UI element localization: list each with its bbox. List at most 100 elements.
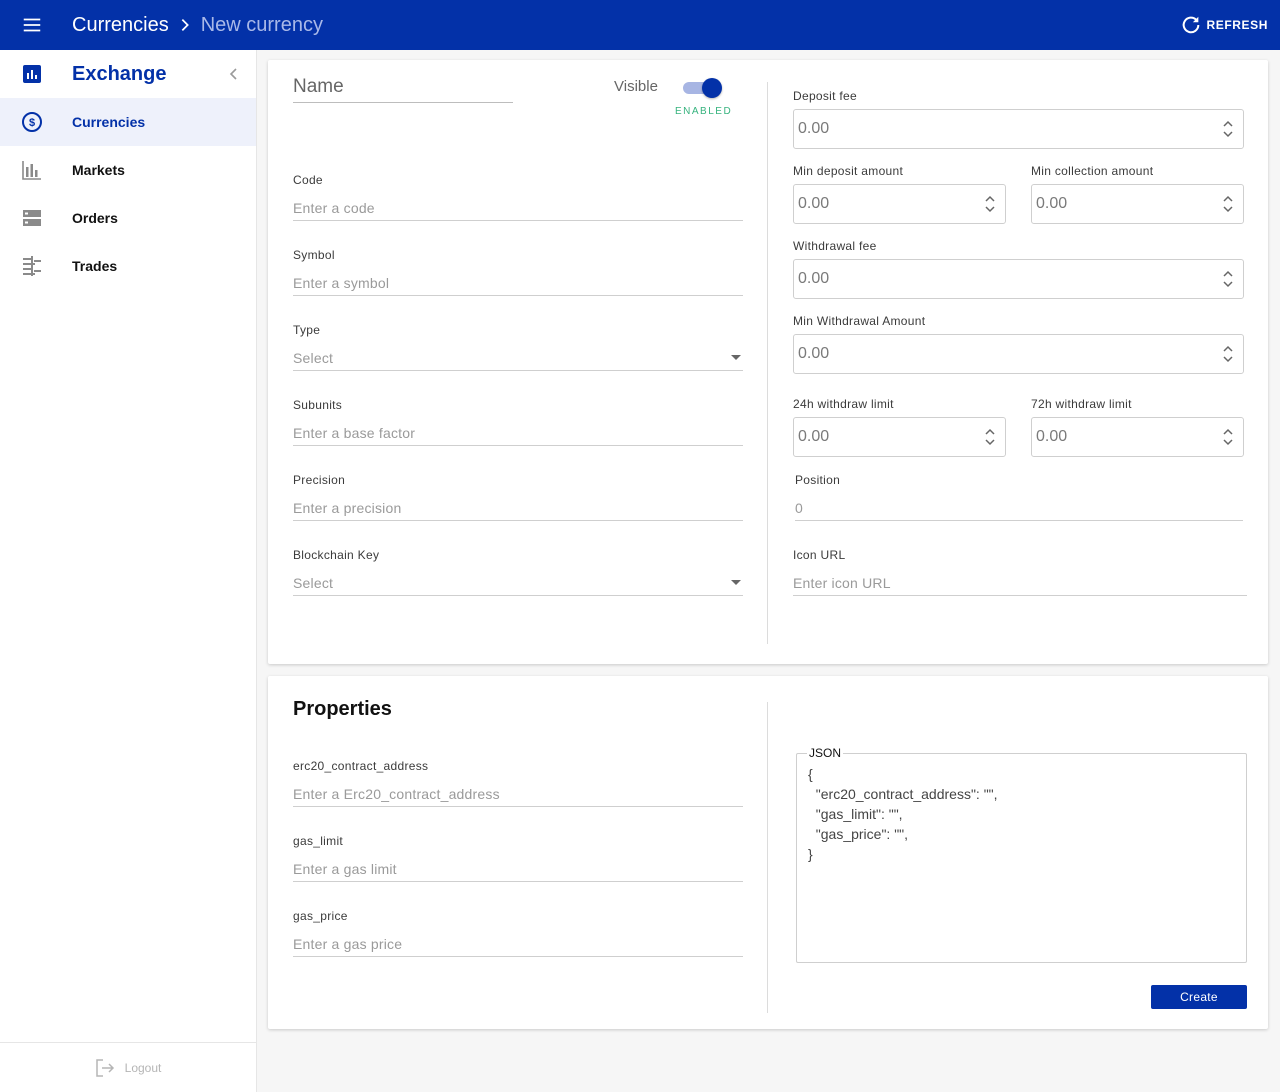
blockchain-key-placeholder: Select — [293, 574, 334, 591]
chevron-right-icon — [177, 17, 193, 33]
visible-label: Visible — [614, 78, 658, 95]
position-label: Position — [795, 473, 841, 487]
gas-limit-label: gas_limit — [293, 834, 344, 848]
visible-toggle[interactable] — [683, 78, 723, 98]
type-label: Type — [293, 323, 321, 337]
type-select[interactable]: Select — [293, 345, 743, 371]
sidebar-item-markets[interactable]: Markets — [0, 146, 256, 194]
code-input[interactable]: Enter a code — [293, 195, 743, 221]
position-placeholder: 0 — [795, 499, 803, 516]
refresh-button[interactable]: REFRESH — [1180, 0, 1268, 50]
refresh-icon — [1183, 16, 1200, 34]
symbol-input[interactable]: Enter a symbol — [293, 270, 743, 296]
collapse-sidebar-icon[interactable] — [224, 64, 244, 84]
precision-field: Precision Enter a precision — [293, 473, 743, 521]
icon-url-label: Icon URL — [793, 548, 846, 562]
sidebar-item-currencies[interactable]: $ Currencies — [0, 98, 256, 146]
sidebar-title: Exchange — [72, 62, 167, 85]
deposit-fee-value: 0.00 — [798, 120, 830, 137]
precision-label: Precision — [293, 473, 346, 487]
erc20-contract-address-label: erc20_contract_address — [293, 759, 429, 773]
withdrawal-fee-label: Withdrawal fee — [793, 239, 877, 253]
gas-limit-placeholder: Enter a gas limit — [293, 860, 397, 877]
sidebar-item-orders[interactable]: Orders — [0, 194, 256, 242]
spinner-arrows-icon[interactable] — [1223, 269, 1233, 289]
gas-price-input[interactable]: Enter a gas price — [293, 931, 743, 957]
top-app-bar: Currencies New currency REFRESH — [0, 0, 1280, 50]
subunits-input[interactable]: Enter a base factor — [293, 420, 743, 446]
type-field: Type Select — [293, 323, 743, 371]
svg-text:$: $ — [29, 117, 35, 129]
dollar-circle-icon: $ — [0, 111, 64, 133]
withdraw-limit-72h-input[interactable]: 0.00 — [1031, 417, 1244, 457]
trades-icon — [0, 255, 64, 277]
subunits-placeholder: Enter a base factor — [293, 424, 416, 441]
code-field: Code Enter a code — [293, 173, 743, 221]
spinner-arrows-icon[interactable] — [1223, 427, 1233, 447]
withdraw-limit-24h-input[interactable]: 0.00 — [793, 417, 1006, 457]
deposit-fee-field: Deposit fee 0.00 — [793, 89, 1244, 149]
menu-button[interactable] — [0, 0, 64, 50]
json-content[interactable]: { "erc20_contract_address": "", "gas_lim… — [808, 764, 998, 864]
erc20-contract-address-placeholder: Enter a Erc20_contract_address — [293, 785, 500, 802]
gas-price-placeholder: Enter a gas price — [293, 935, 403, 952]
sidebar: Exchange $ Currencies Markets Orders Tra… — [0, 50, 257, 1092]
erc20-contract-address-input[interactable]: Enter a Erc20_contract_address — [293, 781, 743, 807]
min-withdrawal-input[interactable]: 0.00 — [793, 334, 1244, 374]
logout-label: Logout — [124, 1060, 162, 1075]
sidebar-item-label: Markets — [72, 162, 125, 178]
json-editor[interactable]: JSON { "erc20_contract_address": "", "ga… — [796, 746, 1247, 963]
gas-limit-field: gas_limit Enter a gas limit — [293, 834, 743, 882]
withdrawal-fee-input[interactable]: 0.00 — [793, 259, 1244, 299]
spinner-arrows-icon[interactable] — [985, 427, 995, 447]
exchange-icon — [0, 64, 64, 84]
properties-title: Properties — [293, 698, 392, 720]
breadcrumb-currencies-link[interactable]: Currencies — [72, 14, 169, 37]
deposit-fee-label: Deposit fee — [793, 89, 858, 103]
gas-limit-input[interactable]: Enter a gas limit — [293, 856, 743, 882]
min-collection-input[interactable]: 0.00 — [1031, 184, 1244, 224]
min-deposit-field: Min deposit amount 0.00 — [793, 164, 1006, 224]
spinner-arrows-icon[interactable] — [1223, 119, 1233, 139]
sidebar-header: Exchange — [0, 50, 256, 98]
logout-button[interactable]: Logout — [0, 1042, 256, 1092]
name-input[interactable]: Name — [293, 76, 513, 103]
min-collection-field: Min collection amount 0.00 — [1031, 164, 1244, 224]
blockchain-key-field: Blockchain Key Select — [293, 548, 743, 596]
subunits-label: Subunits — [293, 398, 343, 412]
column-divider — [767, 702, 768, 1013]
properties-card: Properties erc20_contract_address Enter … — [268, 676, 1268, 1029]
visible-status: ENABLED — [675, 106, 733, 117]
spinner-arrows-icon[interactable] — [1223, 194, 1233, 214]
type-placeholder: Select — [293, 349, 334, 366]
sidebar-item-trades[interactable]: Trades — [0, 242, 256, 290]
json-legend: JSON — [807, 746, 844, 760]
min-deposit-label: Min deposit amount — [793, 164, 904, 178]
position-field: Position 0 — [795, 473, 1243, 521]
min-deposit-input[interactable]: 0.00 — [793, 184, 1006, 224]
toggle-knob — [702, 78, 722, 98]
subunits-field: Subunits Enter a base factor — [293, 398, 743, 446]
blockchain-key-select[interactable]: Select — [293, 570, 743, 596]
gas-price-label: gas_price — [293, 909, 348, 923]
withdraw-limit-24h-field: 24h withdraw limit 0.00 — [793, 397, 1006, 457]
withdraw-limit-72h-field: 72h withdraw limit 0.00 — [1031, 397, 1244, 457]
breadcrumb-current: New currency — [200, 13, 323, 36]
position-input[interactable]: 0 — [795, 495, 1243, 521]
sidebar-item-label: Trades — [72, 258, 118, 274]
spinner-arrows-icon[interactable] — [1223, 344, 1233, 364]
blockchain-key-label: Blockchain Key — [293, 548, 380, 562]
icon-url-field: Icon URL Enter icon URL — [793, 548, 1247, 596]
deposit-fee-input[interactable]: 0.00 — [793, 109, 1244, 149]
create-button[interactable]: Create — [1151, 985, 1247, 1009]
dropdown-arrow-icon — [731, 580, 741, 585]
icon-url-input[interactable]: Enter icon URL — [793, 570, 1247, 596]
spinner-arrows-icon[interactable] — [985, 194, 995, 214]
breadcrumb: Currencies New currency — [72, 14, 323, 37]
refresh-label: REFRESH — [1206, 18, 1268, 32]
min-withdrawal-label: Min Withdrawal Amount — [793, 314, 926, 328]
currency-form-card: Name Visible ENABLED Code Enter a code S… — [268, 60, 1268, 664]
precision-input[interactable]: Enter a precision — [293, 495, 743, 521]
withdraw-limit-72h-value: 0.00 — [1036, 428, 1068, 445]
hamburger-menu-icon — [23, 18, 41, 32]
